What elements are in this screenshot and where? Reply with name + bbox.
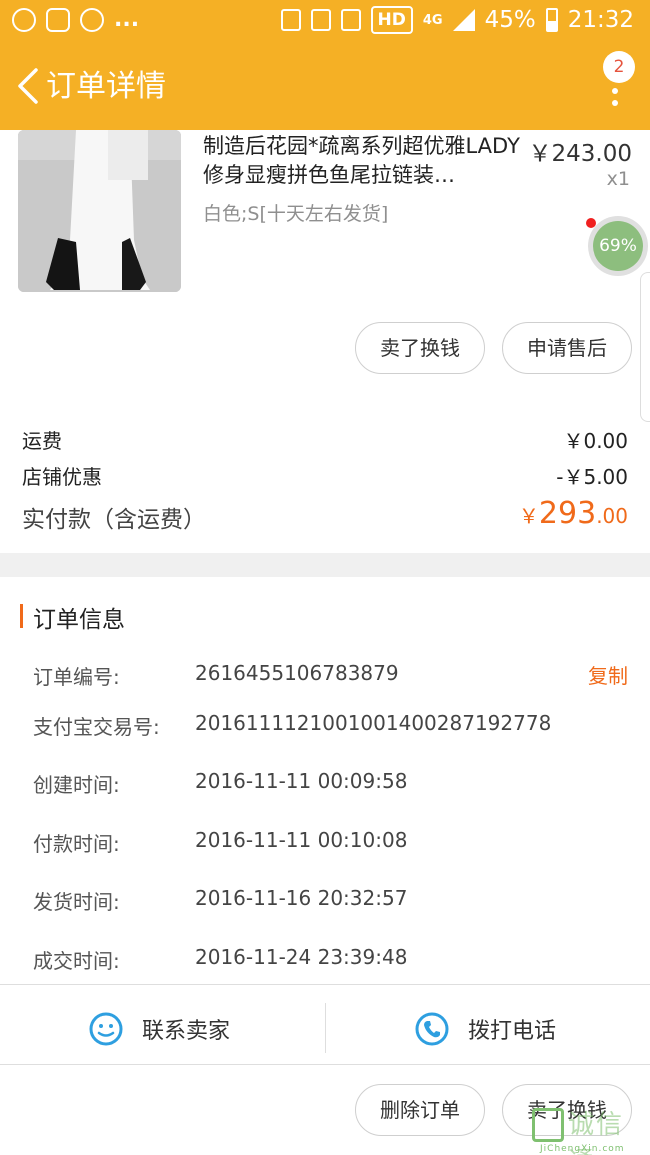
network-type: 4G bbox=[422, 12, 443, 28]
back-arrow-icon[interactable] bbox=[14, 66, 44, 106]
product-quantity: x1 bbox=[606, 168, 630, 190]
system-indicators: HD 4G 45% 21:32 bbox=[280, 6, 634, 34]
clock: 21:32 bbox=[567, 7, 634, 33]
hd-indicator: HD bbox=[370, 6, 413, 34]
discount-value: -￥5.00 bbox=[556, 465, 628, 489]
section-marker bbox=[20, 604, 23, 628]
app-header: 订单详情 2 bbox=[0, 46, 650, 130]
shipping-row: 运费 ￥0.00 bbox=[22, 425, 628, 454]
section-divider bbox=[0, 553, 650, 577]
notification-badge: 2 bbox=[603, 51, 635, 83]
completed-time-label: 成交时间: bbox=[33, 949, 120, 973]
call-phone-button[interactable]: 拨打电话 bbox=[414, 1004, 556, 1054]
contact-bar-top-border bbox=[0, 984, 650, 985]
page-title: 订单详情 bbox=[46, 69, 166, 104]
order-number-label: 订单编号: bbox=[33, 665, 120, 689]
paid-time-value: 2016-11-11 00:10:08 bbox=[195, 828, 408, 852]
after-sale-button[interactable]: 申请售后 bbox=[502, 322, 632, 374]
speed-ball-widget[interactable]: 69% bbox=[588, 216, 648, 276]
order-number-value: 2616455106783879 bbox=[195, 661, 399, 685]
watermark-site: JiChengXin.com bbox=[540, 1144, 625, 1154]
edge-panel-handle[interactable] bbox=[640, 272, 650, 422]
notification-overflow: ... bbox=[114, 7, 140, 32]
completed-time-value: 2016-11-24 23:39:48 bbox=[195, 945, 408, 969]
created-time-label: 创建时间: bbox=[33, 773, 120, 797]
shipped-time-label: 发货时间: bbox=[33, 890, 120, 914]
copy-order-number-button[interactable]: 复制 bbox=[588, 660, 628, 689]
total-decimal: .00 bbox=[596, 504, 628, 528]
call-phone-label: 拨打电话 bbox=[468, 1019, 557, 1044]
wechat-notification-icon bbox=[80, 8, 104, 32]
contact-divider bbox=[325, 1003, 326, 1053]
watermark-logo bbox=[532, 1108, 564, 1142]
chat-smile-icon bbox=[89, 1012, 123, 1046]
recycle-icon bbox=[280, 9, 301, 31]
gallery-notification-icon bbox=[46, 8, 70, 32]
contact-seller-button[interactable]: 联系卖家 bbox=[88, 1004, 230, 1054]
sell-button[interactable]: 卖了换钱 bbox=[355, 322, 485, 374]
created-time-value: 2016-11-11 00:09:58 bbox=[195, 769, 408, 793]
alipay-trade-label: 支付宝交易号: bbox=[33, 715, 160, 739]
battery-percent: 45% bbox=[484, 7, 536, 33]
signal-icon bbox=[452, 9, 475, 31]
order-info-title: 订单信息 bbox=[33, 607, 125, 633]
contact-bar-bottom-border bbox=[0, 1064, 650, 1065]
battery-icon bbox=[545, 8, 558, 32]
total-amount: ￥293.00 bbox=[519, 496, 628, 531]
discount-label: 店铺优惠 bbox=[22, 465, 102, 489]
status-bar: ... HD 4G 45% 21:32 bbox=[0, 0, 650, 46]
discount-row: 店铺优惠 -￥5.00 bbox=[22, 461, 628, 490]
shipping-value: ￥0.00 bbox=[563, 429, 628, 453]
red-dot-indicator bbox=[586, 218, 596, 228]
notification-icons: ... bbox=[12, 8, 139, 32]
product-price: ￥243.00 bbox=[528, 141, 632, 167]
product-sku: 白色;S[十天左右发货] bbox=[203, 203, 389, 225]
total-label: 实付款（含运费） bbox=[22, 507, 206, 533]
total-integer: 293 bbox=[538, 496, 597, 531]
product-title[interactable]: 制造后花园*疏离系列超优雅LADY修身显瘦拼色鱼尾拉链装… bbox=[203, 132, 523, 190]
paid-time-label: 付款时间: bbox=[33, 832, 120, 856]
progress-percent: 69% bbox=[593, 221, 643, 271]
nfc-icon bbox=[310, 9, 331, 31]
phone-icon bbox=[415, 1012, 449, 1046]
product-image[interactable] bbox=[18, 130, 181, 292]
alipay-trade-value: 2016111121001001400287192778 bbox=[195, 711, 552, 735]
shipping-label: 运费 bbox=[22, 429, 62, 453]
contact-seller-label: 联系卖家 bbox=[142, 1019, 231, 1044]
total-currency: ￥ bbox=[518, 504, 539, 528]
location-notification-icon bbox=[12, 8, 36, 32]
mute-icon bbox=[340, 9, 361, 31]
shipped-time-value: 2016-11-16 20:32:57 bbox=[195, 886, 408, 910]
delete-order-button[interactable]: 删除订单 bbox=[355, 1084, 485, 1136]
